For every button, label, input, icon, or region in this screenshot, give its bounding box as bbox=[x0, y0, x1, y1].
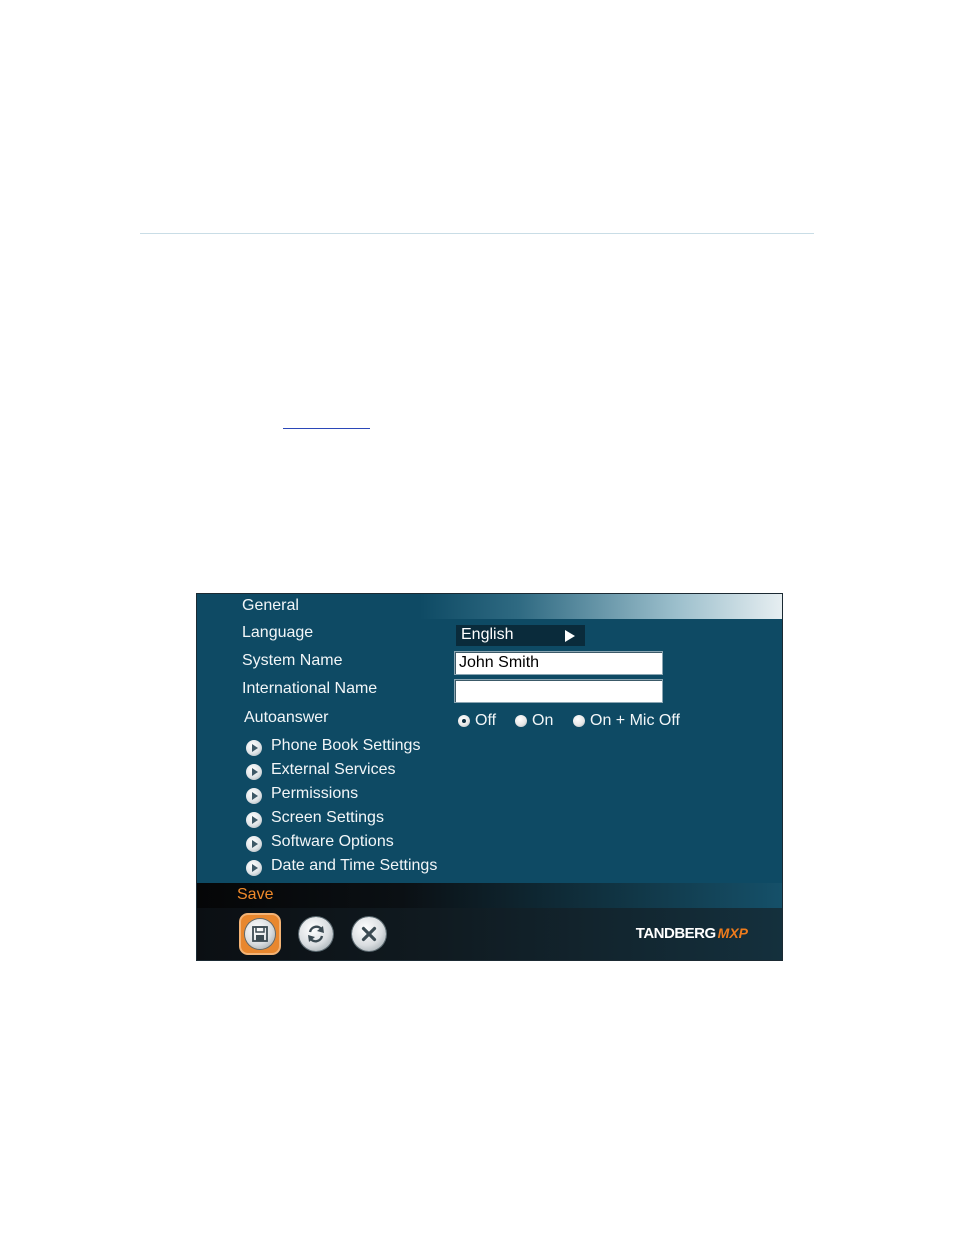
page-divider bbox=[140, 233, 814, 234]
general-settings-panel: General Language English System Name Int… bbox=[196, 593, 783, 961]
panel-title: General bbox=[242, 597, 299, 614]
menu-arrow-icon bbox=[246, 836, 262, 852]
cancel-button[interactable] bbox=[352, 917, 386, 951]
close-icon bbox=[352, 917, 386, 951]
radio-unselected-icon bbox=[515, 715, 527, 727]
system-name-label: System Name bbox=[242, 652, 343, 669]
menu-item-label: Screen Settings bbox=[271, 809, 384, 826]
menu-item-label: Date and Time Settings bbox=[271, 857, 438, 874]
brand-logo: TANDBERG MXP bbox=[636, 925, 748, 943]
menu-arrow-icon bbox=[246, 860, 262, 876]
autoanswer-on-label: On bbox=[532, 712, 554, 729]
save-button[interactable] bbox=[239, 913, 281, 955]
autoanswer-off-label: Off bbox=[475, 712, 497, 729]
system-name-input[interactable] bbox=[454, 651, 663, 675]
menu-arrow-icon bbox=[246, 788, 262, 804]
play-arrow-icon bbox=[565, 630, 575, 642]
menu-item-label: Permissions bbox=[271, 785, 359, 802]
hyperlink-underline[interactable] bbox=[283, 428, 370, 429]
refresh-button[interactable] bbox=[299, 917, 333, 951]
menu-arrow-icon bbox=[246, 764, 262, 780]
language-value: English bbox=[461, 626, 514, 643]
radio-selected-icon bbox=[458, 715, 470, 727]
refresh-icon bbox=[299, 917, 333, 951]
radio-unselected-icon bbox=[573, 715, 585, 727]
action-label: Save bbox=[237, 886, 274, 903]
language-select[interactable]: English bbox=[456, 625, 585, 646]
autoanswer-label: Autoanswer bbox=[244, 709, 329, 726]
menu-item-label: Phone Book Settings bbox=[271, 737, 421, 754]
menu-arrow-icon bbox=[246, 740, 262, 756]
action-toolbar: TANDBERG MXP bbox=[197, 908, 782, 960]
menu-arrow-icon bbox=[246, 812, 262, 828]
autoanswer-on-mic-off-label: On + Mic Off bbox=[590, 712, 680, 729]
save-floppy-icon bbox=[245, 919, 275, 949]
international-name-label: International Name bbox=[242, 680, 378, 697]
menu-item-label: Software Options bbox=[271, 833, 394, 850]
international-name-input[interactable] bbox=[454, 679, 663, 703]
brand-model: MXP bbox=[717, 925, 748, 941]
panel-title-bar: General bbox=[197, 594, 782, 619]
action-label-bar: Save bbox=[197, 883, 782, 908]
menu-item-label: External Services bbox=[271, 761, 396, 778]
language-label: Language bbox=[242, 624, 314, 641]
brand-name: TANDBERG bbox=[635, 925, 716, 942]
